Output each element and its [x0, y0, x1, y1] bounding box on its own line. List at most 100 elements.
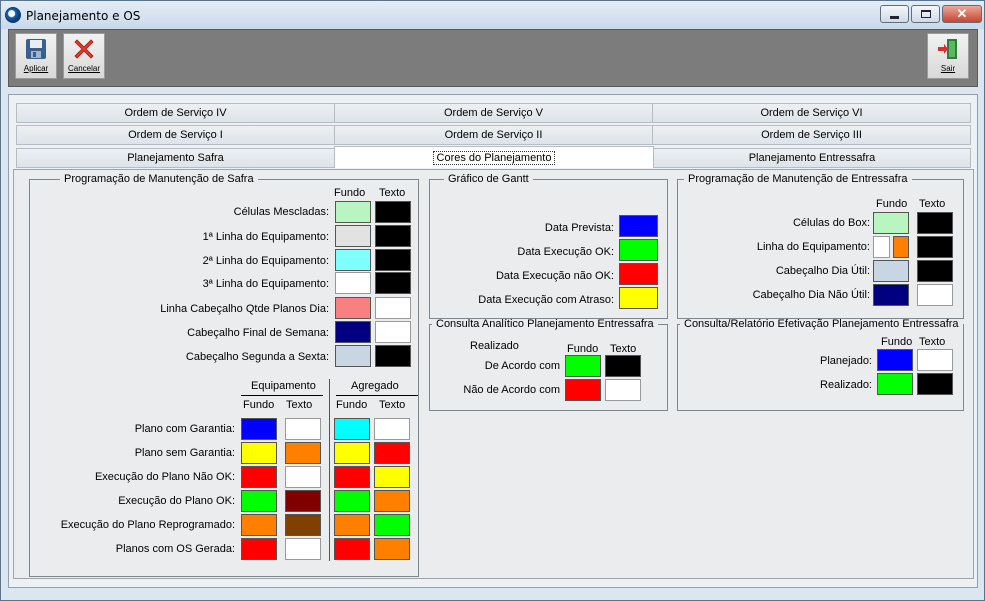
gantt-color-swatch[interactable]	[619, 239, 658, 261]
apply-button[interactable]: Aplicar	[15, 33, 57, 79]
window-title: Planejamento e OS	[26, 9, 141, 23]
texto-color-swatch[interactable]	[917, 212, 953, 234]
close-icon: ✕	[956, 6, 968, 21]
texto-color-swatch[interactable]	[605, 379, 641, 401]
texto-color-swatch[interactable]	[375, 345, 411, 367]
exit-button[interactable]: Sair	[927, 33, 969, 79]
fundo-color-swatch[interactable]	[565, 355, 601, 377]
tab-ordem-servico-vi[interactable]: Ordem de Serviço VI	[652, 103, 971, 123]
fundo-color-swatch[interactable]	[873, 212, 909, 234]
row-label: Linha do Equipamento:	[756, 241, 870, 253]
tab-cores-do-planejamento[interactable]: Cores do Planejamento	[334, 146, 654, 168]
fundo-color-swatch[interactable]	[335, 249, 371, 271]
tab-label: Ordem de Serviço VI	[760, 107, 863, 119]
eq-fundo-swatch[interactable]	[241, 490, 277, 512]
tab-ordem-servico-v[interactable]: Ordem de Serviço V	[334, 103, 653, 123]
analitico-fields: Realizado Fundo Texto De Acordo com Não …	[429, 318, 668, 411]
fundo-color-swatch[interactable]	[335, 297, 371, 319]
fundo-color-swatch[interactable]	[335, 201, 371, 223]
fundo-color-swatch[interactable]	[335, 272, 371, 294]
texto-color-swatch[interactable]	[917, 236, 953, 258]
ag-fundo-swatch[interactable]	[334, 466, 370, 488]
texto-color-swatch[interactable]	[605, 355, 641, 377]
eq-texto-swatch[interactable]	[285, 442, 321, 464]
texto-color-swatch[interactable]	[375, 225, 411, 247]
fundo-color-swatch[interactable]	[335, 321, 371, 343]
texto-color-swatch[interactable]	[375, 249, 411, 271]
plan-label: Plano com Garantia:	[134, 423, 235, 435]
eq-texto-swatch[interactable]	[285, 490, 321, 512]
ag-texto-swatch[interactable]	[374, 466, 410, 488]
fundo-color-swatch[interactable]	[877, 349, 913, 371]
col-texto-header: Texto	[610, 343, 637, 355]
fundo-color-swatch[interactable]	[565, 379, 601, 401]
ag-texto-swatch[interactable]	[374, 490, 410, 512]
texto-color-swatch[interactable]	[917, 373, 953, 395]
cancel-button[interactable]: Cancelar	[63, 33, 105, 79]
fundo-color-swatch-1[interactable]	[873, 236, 890, 258]
fundo-color-swatch[interactable]	[335, 345, 371, 367]
row-label: 1ª Linha do Equipamento:	[202, 231, 329, 243]
fundo-color-swatch[interactable]	[873, 284, 909, 306]
row-label: Cabeçalho Final de Semana:	[187, 327, 329, 339]
tab-ordem-servico-iv[interactable]: Ordem de Serviço IV	[16, 103, 335, 123]
minimize-button[interactable]	[880, 5, 909, 23]
texto-color-swatch[interactable]	[375, 297, 411, 319]
ag-fundo-swatch[interactable]	[334, 490, 370, 512]
texto-color-swatch[interactable]	[917, 260, 953, 282]
fundo-color-swatch[interactable]	[877, 373, 913, 395]
ag-texto-swatch[interactable]	[374, 442, 410, 464]
ag-fundo-swatch[interactable]	[334, 442, 370, 464]
tab-planejamento-entressafra[interactable]: Planejamento Entressafra	[653, 148, 971, 168]
tab-ordem-servico-i[interactable]: Ordem de Serviço I	[16, 125, 335, 145]
eq-fundo-swatch[interactable]	[241, 418, 277, 440]
equipamento-underline	[241, 395, 323, 396]
toolbar: Aplicar Cancelar Sair	[8, 29, 978, 87]
eq-texto-swatch[interactable]	[285, 538, 321, 560]
cancel-label: Cancelar	[67, 64, 100, 73]
ag-fundo-swatch[interactable]	[334, 418, 370, 440]
tab-label: Ordem de Serviço IV	[124, 107, 227, 119]
fundo-color-swatch-2[interactable]	[893, 236, 909, 258]
column-divider	[329, 379, 330, 561]
tab-planejamento-safra[interactable]: Planejamento Safra	[16, 148, 335, 168]
row-label: 3ª Linha do Equipamento:	[202, 278, 329, 290]
plan-label: Planos com OS Gerada:	[115, 543, 235, 555]
texto-color-swatch[interactable]	[375, 272, 411, 294]
exit-label: Sair	[940, 64, 956, 73]
row-label: Cabeçalho Dia Útil:	[775, 265, 870, 277]
title-bar: Planejamento e OS ✕	[1, 1, 984, 29]
texto-color-swatch[interactable]	[375, 321, 411, 343]
eq-fundo-header: Fundo	[243, 399, 275, 411]
ag-fundo-swatch[interactable]	[334, 514, 370, 536]
eq-fundo-swatch[interactable]	[241, 514, 277, 536]
texto-color-swatch[interactable]	[375, 201, 411, 223]
eq-texto-swatch[interactable]	[285, 466, 321, 488]
ag-texto-swatch[interactable]	[374, 514, 410, 536]
eq-fundo-swatch[interactable]	[241, 538, 277, 560]
texto-color-swatch[interactable]	[917, 349, 953, 371]
fundo-color-swatch[interactable]	[335, 225, 371, 247]
gantt-color-swatch[interactable]	[619, 263, 658, 285]
ag-fundo-swatch[interactable]	[334, 538, 370, 560]
tab-ordem-servico-ii[interactable]: Ordem de Serviço II	[334, 125, 653, 145]
row-label: Realizado:	[820, 379, 872, 391]
eq-fundo-swatch[interactable]	[241, 442, 277, 464]
fundo-color-swatch[interactable]	[873, 260, 909, 282]
maximize-button[interactable]	[911, 5, 940, 23]
ag-fundo-header: Fundo	[336, 399, 368, 411]
close-button[interactable]: ✕	[942, 5, 982, 23]
tab-ordem-servico-iii[interactable]: Ordem de Serviço III	[652, 125, 971, 145]
eq-fundo-swatch[interactable]	[241, 466, 277, 488]
eq-texto-swatch[interactable]	[285, 418, 321, 440]
texto-color-swatch[interactable]	[917, 284, 953, 306]
gantt-color-swatch[interactable]	[619, 287, 658, 309]
eq-texto-swatch[interactable]	[285, 514, 321, 536]
ag-texto-swatch[interactable]	[374, 418, 410, 440]
row-label: Planejado:	[820, 355, 872, 367]
gantt-color-swatch[interactable]	[619, 215, 658, 237]
col-fundo-header: Fundo	[334, 187, 366, 199]
app-icon	[5, 7, 21, 23]
row-label: Data Execução OK:	[517, 246, 614, 258]
ag-texto-swatch[interactable]	[374, 538, 410, 560]
